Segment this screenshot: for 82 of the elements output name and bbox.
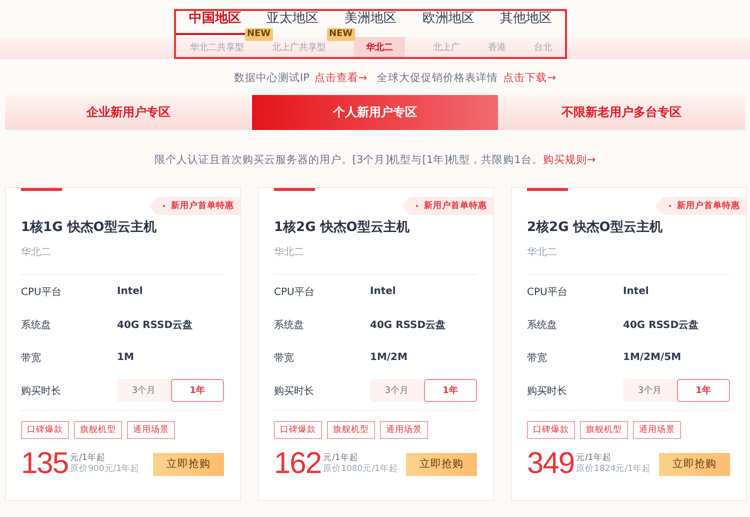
- link[interactable]: 点击下载→: [503, 72, 556, 84]
- duration-option[interactable]: 1年: [170, 379, 224, 402]
- spec-label: CPU平台: [527, 286, 568, 298]
- promo-badge: 新用户首单特惠: [655, 197, 746, 215]
- product-title: 1核2G 快杰O型云主机: [274, 218, 410, 236]
- spec-label: 带宽: [274, 352, 295, 364]
- info-text: 全球大促促销价格表详情: [377, 72, 498, 84]
- region-tab[interactable]: 中国地区: [176, 11, 254, 27]
- feature-tag: 口碑爆款: [527, 421, 575, 439]
- feature-tag: 旗舰机型: [580, 421, 628, 439]
- price-unit: 元/1年起: [576, 453, 612, 464]
- feature-tag: 口碑爆款: [21, 421, 69, 439]
- region-tab[interactable]: 亚太地区: [254, 11, 332, 27]
- accent-bar: [21, 188, 62, 191]
- spec-label: CPU平台: [21, 286, 62, 298]
- info-text: 数据中心测试IP: [234, 72, 310, 84]
- spec-value: 40G RSSD云盘: [623, 318, 699, 332]
- zone-tab[interactable]: 企业新用户专区: [5, 95, 252, 130]
- spec-value: Intel: [117, 286, 143, 297]
- price: 349: [527, 449, 574, 479]
- spec-label: 带宽: [527, 352, 548, 364]
- new-badge: NEW: [245, 28, 273, 41]
- subregion-tab[interactable]: 北上广共享型: [272, 37, 326, 57]
- rules-link[interactable]: 购买规则→: [542, 154, 596, 166]
- duration-option[interactable]: 1年: [424, 379, 477, 402]
- region-tab[interactable]: 美洲地区: [332, 11, 410, 27]
- feature-tag: 通用场景: [127, 421, 175, 439]
- notice-text: 限个人认证且首次购买云服务器的用户。[3个月]机型与[1年]机型，共限购1台。购买规则→: [153, 153, 597, 167]
- spec-label: CPU平台: [274, 286, 316, 298]
- duration-option[interactable]: 3个月: [623, 379, 676, 402]
- region-label: 华北二: [21, 245, 224, 275]
- spec-label: 系统盘: [527, 318, 558, 332]
- link[interactable]: 点击查看→: [314, 72, 368, 84]
- spec-label: 购买时长: [21, 384, 62, 398]
- accent-bar: [274, 188, 315, 191]
- feature-tag: 旗舰机型: [327, 421, 375, 439]
- duration-option[interactable]: 3个月: [117, 379, 170, 402]
- spec-value: 1M/2M: [370, 352, 408, 363]
- price: 162: [274, 449, 322, 479]
- subregion-tab[interactable]: 华北二共享型: [190, 37, 244, 57]
- buy-button[interactable]: 立即抢购: [659, 452, 730, 476]
- original-price: 原价1824元/1年起: [576, 464, 651, 475]
- subregion-tab[interactable]: 北上广: [433, 37, 460, 57]
- region-label: 华北二: [274, 245, 477, 275]
- spec-value: Intel: [623, 286, 649, 297]
- buy-button[interactable]: 立即抢购: [406, 452, 477, 476]
- promo-badge: 新用户首单特惠: [402, 197, 493, 215]
- zone-tab[interactable]: 不限新老用户多台专区: [498, 95, 746, 130]
- duration-option[interactable]: 3个月: [370, 379, 424, 402]
- spec-label: 购买时长: [274, 384, 315, 398]
- original-price: 原价1080元/1年起: [323, 464, 398, 475]
- region-tab[interactable]: 其他地区: [487, 11, 565, 27]
- feature-tag: 通用场景: [380, 421, 428, 439]
- new-badge: NEW: [327, 28, 355, 41]
- promo-badge: 新用户首单特惠: [149, 197, 240, 215]
- region-tab[interactable]: 欧洲地区: [409, 11, 488, 27]
- product-title: 1核1G 快杰O型云主机: [21, 218, 158, 236]
- spec-label: 带宽: [21, 352, 42, 364]
- region-label: 华北二: [527, 245, 730, 275]
- spec-label: 系统盘: [274, 318, 305, 332]
- spec-value: Intel: [370, 286, 396, 297]
- price-unit: 元/1年起: [323, 453, 360, 464]
- price: 135: [21, 449, 68, 479]
- subregion-tab[interactable]: 台北: [534, 37, 552, 57]
- spec-value: 40G RSSD云盘: [370, 318, 446, 332]
- accent-bar: [527, 188, 568, 191]
- product-title: 2核2G 快杰O型云主机: [527, 218, 664, 236]
- original-price: 原价900元/1年起: [70, 464, 140, 475]
- subregion-tab[interactable]: 华北二: [354, 37, 405, 57]
- duration-option[interactable]: 1年: [676, 379, 730, 402]
- subregion-tab[interactable]: 香港: [488, 37, 506, 57]
- price-unit: 元/1年起: [70, 453, 106, 464]
- spec-label: 系统盘: [21, 318, 52, 332]
- spec-value: 40G RSSD云盘: [117, 318, 193, 332]
- spec-value: 1M/2M/5M: [623, 352, 682, 363]
- buy-button[interactable]: 立即抢购: [153, 452, 224, 476]
- zone-tab[interactable]: 个人新用户专区: [252, 95, 498, 130]
- feature-tag: 旗舰机型: [74, 421, 122, 439]
- feature-tag: 通用场景: [633, 421, 681, 439]
- spec-label: 购买时长: [527, 384, 568, 398]
- spec-value: 1M: [117, 352, 134, 363]
- feature-tag: 口碑爆款: [274, 421, 322, 439]
